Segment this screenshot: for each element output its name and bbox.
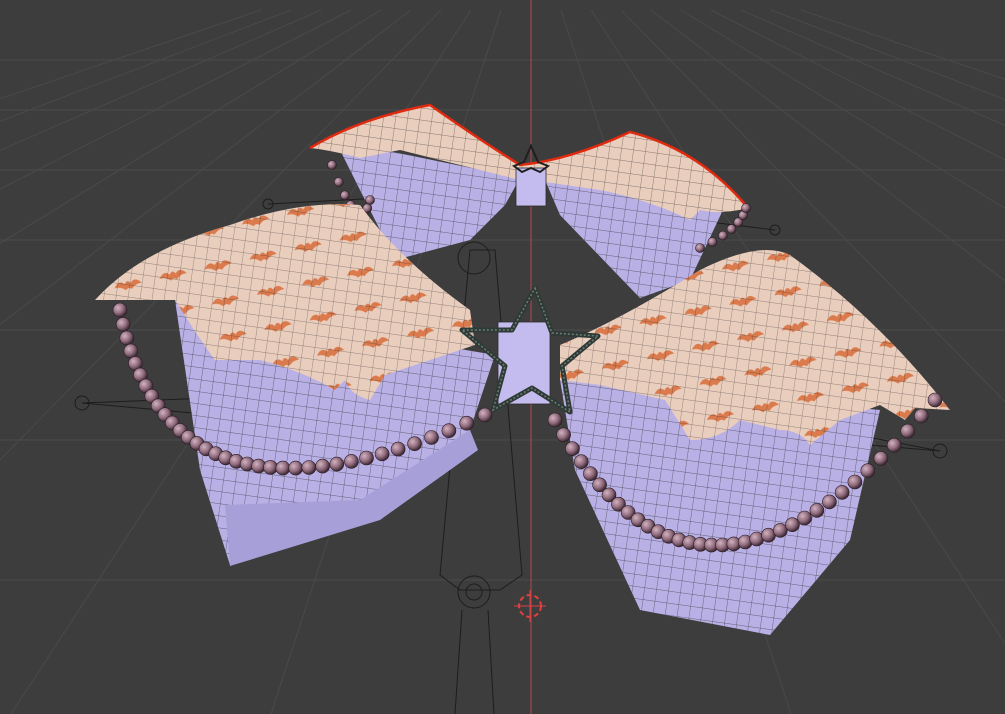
viewport-canvas[interactable]	[0, 0, 1005, 714]
bead	[365, 195, 375, 205]
bead	[797, 510, 812, 526]
bead	[119, 330, 135, 346]
bead	[477, 407, 493, 423]
bead	[112, 302, 128, 318]
bead	[695, 243, 705, 253]
3d-cursor-icon[interactable]	[514, 590, 546, 622]
bead	[741, 203, 751, 213]
bead	[263, 460, 278, 475]
3d-viewport[interactable]	[0, 0, 1005, 714]
bead	[374, 446, 390, 462]
bead	[424, 430, 439, 445]
bead	[707, 237, 718, 247]
bead	[822, 494, 837, 510]
bead	[718, 230, 728, 241]
bead	[726, 224, 737, 234]
bead	[900, 423, 916, 439]
bead	[860, 463, 876, 479]
bead	[327, 160, 337, 170]
bead	[115, 317, 131, 332]
bead	[344, 454, 359, 469]
bead	[390, 441, 406, 457]
bead	[573, 454, 589, 470]
bead	[834, 485, 850, 500]
bead	[315, 458, 330, 474]
bead	[785, 517, 800, 533]
bead	[927, 392, 943, 408]
front-bat-wing-bow[interactable]	[95, 204, 950, 635]
bead	[547, 412, 563, 428]
bead	[809, 503, 825, 518]
bead	[123, 343, 139, 359]
bead	[441, 423, 457, 439]
bead	[329, 456, 345, 472]
bead	[301, 460, 317, 475]
bead	[333, 177, 344, 187]
bead	[873, 451, 889, 466]
bead	[288, 460, 304, 476]
bead	[459, 415, 475, 431]
bead	[407, 436, 422, 452]
bead	[913, 408, 929, 424]
bead	[275, 460, 291, 476]
bead	[886, 437, 902, 453]
bead	[340, 190, 350, 201]
bead	[556, 427, 571, 443]
bead	[359, 450, 374, 466]
bead	[583, 466, 598, 482]
bead	[847, 474, 863, 490]
bead	[565, 441, 580, 457]
